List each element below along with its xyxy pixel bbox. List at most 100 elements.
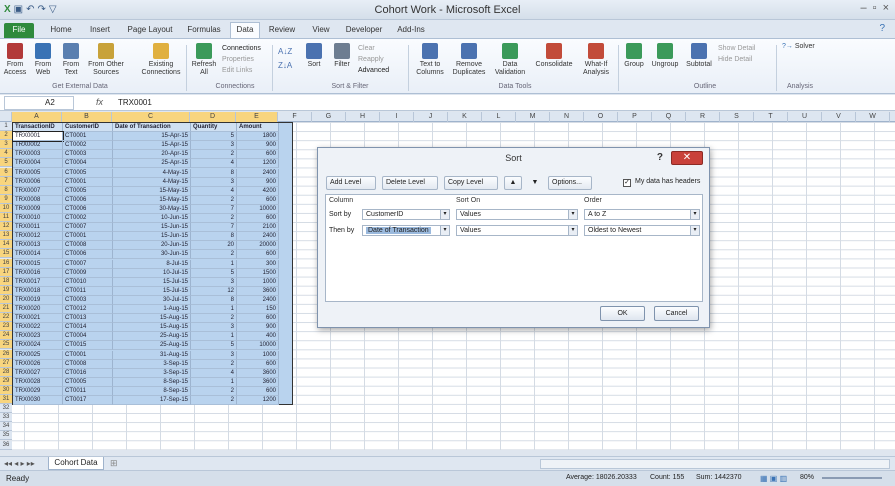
tab-add-ins[interactable]: Add-Ins [392, 23, 430, 38]
hide-detail-link[interactable]: Hide Detail [718, 54, 755, 65]
row-header[interactable]: 6 [0, 167, 12, 177]
table-cell[interactable]: 900 [237, 323, 279, 333]
table-cell[interactable]: 600 [237, 195, 279, 205]
table-cell[interactable]: 150 [237, 305, 279, 315]
row-header[interactable]: 26 [0, 349, 12, 359]
table-cell[interactable]: TRX0003 [13, 150, 63, 160]
table-cell[interactable]: TRX0008 [13, 195, 63, 205]
table-cell[interactable]: 1 [191, 332, 237, 342]
table-cell[interactable]: 3-Sep-15 [113, 368, 191, 378]
delete-level-button[interactable]: Delete Level [382, 176, 438, 190]
table-cell[interactable]: 20-Apr-15 [113, 150, 191, 160]
table-cell[interactable]: TRX0011 [13, 223, 63, 233]
sort-level-row[interactable]: Then by Date of Transaction ▾ Values ▾ Old… [326, 225, 702, 237]
row-header[interactable]: 33 [0, 413, 12, 423]
table-cell[interactable]: CT0016 [63, 368, 113, 378]
column-header[interactable]: N [550, 112, 584, 122]
what-if-analysis-button[interactable]: What-If Analysis [578, 43, 614, 77]
table-cell[interactable]: 900 [237, 177, 279, 187]
table-cell[interactable]: 3 [191, 177, 237, 187]
sort-z-to-a-icon[interactable]: Z↓A [278, 59, 292, 73]
sort-a-to-z-icon[interactable]: A↓Z [278, 45, 292, 59]
row-header[interactable]: 13 [0, 231, 12, 241]
column-header[interactable]: I [380, 112, 414, 122]
table-cell[interactable]: 3600 [237, 368, 279, 378]
table-cell[interactable]: 3 [191, 323, 237, 333]
table-cell[interactable]: TRX0009 [13, 204, 63, 214]
table-cell[interactable]: CT0013 [63, 314, 113, 324]
sort-by-order-select[interactable]: A to Z ▾ [584, 209, 700, 220]
subtotal-button[interactable]: Subtotal [684, 43, 714, 69]
table-cell[interactable]: TRX0014 [13, 250, 63, 260]
refresh-all-button[interactable]: Refresh All [190, 43, 218, 77]
column-header[interactable]: R [686, 112, 720, 122]
then-by-column-select[interactable]: Date of Transaction ▾ [362, 225, 450, 236]
row-header[interactable]: 29 [0, 376, 12, 386]
row-header[interactable]: 21 [0, 304, 12, 314]
row-header[interactable]: 4 [0, 149, 12, 159]
table-cell[interactable]: CT0010 [63, 277, 113, 287]
consolidate-button[interactable]: Consolidate [534, 43, 574, 69]
header-cell[interactable]: TransactionID [13, 123, 63, 133]
help-icon[interactable]: ? [879, 23, 885, 34]
row-header[interactable]: 1 [0, 122, 12, 132]
column-header[interactable]: T [754, 112, 788, 122]
table-cell[interactable]: 600 [237, 250, 279, 260]
table-cell[interactable]: 2 [191, 359, 237, 369]
table-cell[interactable]: 15-Jul-15 [113, 277, 191, 287]
row-header[interactable]: 25 [0, 340, 12, 350]
move-up-button[interactable]: ▲ [504, 176, 522, 190]
remove-duplicates-button[interactable]: Remove Duplicates [450, 43, 488, 77]
column-header[interactable]: F [278, 112, 312, 122]
my-data-has-headers-checkbox[interactable]: ✓ [623, 179, 631, 187]
table-cell[interactable]: 20000 [237, 241, 279, 251]
header-cell[interactable]: Quantity [191, 123, 237, 133]
table-cell[interactable]: TRX0025 [13, 350, 63, 360]
solver-button[interactable]: ?→ Solver [782, 43, 815, 50]
from-access-button[interactable]: From Access [2, 43, 28, 77]
insert-function-icon[interactable]: fx [96, 97, 103, 107]
tab-file[interactable]: File [4, 23, 34, 38]
table-cell[interactable]: CT0009 [63, 268, 113, 278]
table-cell[interactable]: 600 [237, 386, 279, 396]
table-cell[interactable]: 15-Apr-15 [113, 132, 191, 142]
table-cell[interactable]: 8-Sep-15 [113, 386, 191, 396]
zoom-slider[interactable] [822, 477, 882, 479]
column-header[interactable]: Q [652, 112, 686, 122]
close-window-button[interactable]: × [883, 2, 889, 14]
table-cell[interactable]: CT0003 [63, 150, 113, 160]
row-header[interactable]: 8 [0, 185, 12, 195]
table-cell[interactable]: TRX0005 [13, 168, 63, 178]
table-cell[interactable]: 3600 [237, 377, 279, 387]
table-cell[interactable]: CT0004 [63, 159, 113, 169]
maximize-button[interactable]: ▫ [873, 2, 877, 14]
tab-data[interactable]: Data [230, 22, 260, 39]
row-header[interactable]: 19 [0, 285, 12, 295]
column-header[interactable]: U [788, 112, 822, 122]
table-cell[interactable]: CT0001 [63, 177, 113, 187]
data-validation-button[interactable]: Data Validation [492, 43, 528, 77]
new-sheet-icon[interactable]: ⊞ [110, 458, 118, 469]
table-cell[interactable]: TRX0022 [13, 323, 63, 333]
table-cell[interactable]: 4-May-15 [113, 168, 191, 178]
table-cell[interactable]: 2100 [237, 223, 279, 233]
row-header[interactable]: 32 [0, 404, 12, 414]
table-cell[interactable]: CT0011 [63, 286, 113, 296]
table-cell[interactable]: 7 [191, 223, 237, 233]
column-header[interactable]: K [448, 112, 482, 122]
table-cell[interactable]: CT0005 [63, 186, 113, 196]
copy-level-button[interactable]: Copy Level [444, 176, 498, 190]
table-cell[interactable]: CT0008 [63, 359, 113, 369]
table-cell[interactable]: 8 [191, 295, 237, 305]
table-cell[interactable]: CT0006 [63, 250, 113, 260]
sheet-tab-cohort-data[interactable]: Cohort Data [48, 457, 104, 470]
table-cell[interactable]: 10-Jun-15 [113, 214, 191, 224]
table-cell[interactable]: 1500 [237, 268, 279, 278]
table-cell[interactable]: 300 [237, 259, 279, 269]
table-cell[interactable]: 600 [237, 214, 279, 224]
column-header[interactable]: C [112, 112, 190, 122]
tab-page-layout[interactable]: Page Layout [124, 23, 176, 38]
from-other-sources-button[interactable]: From Other Sources [86, 43, 126, 77]
table-cell[interactable]: 400 [237, 332, 279, 342]
column-header[interactable]: A [12, 112, 62, 122]
